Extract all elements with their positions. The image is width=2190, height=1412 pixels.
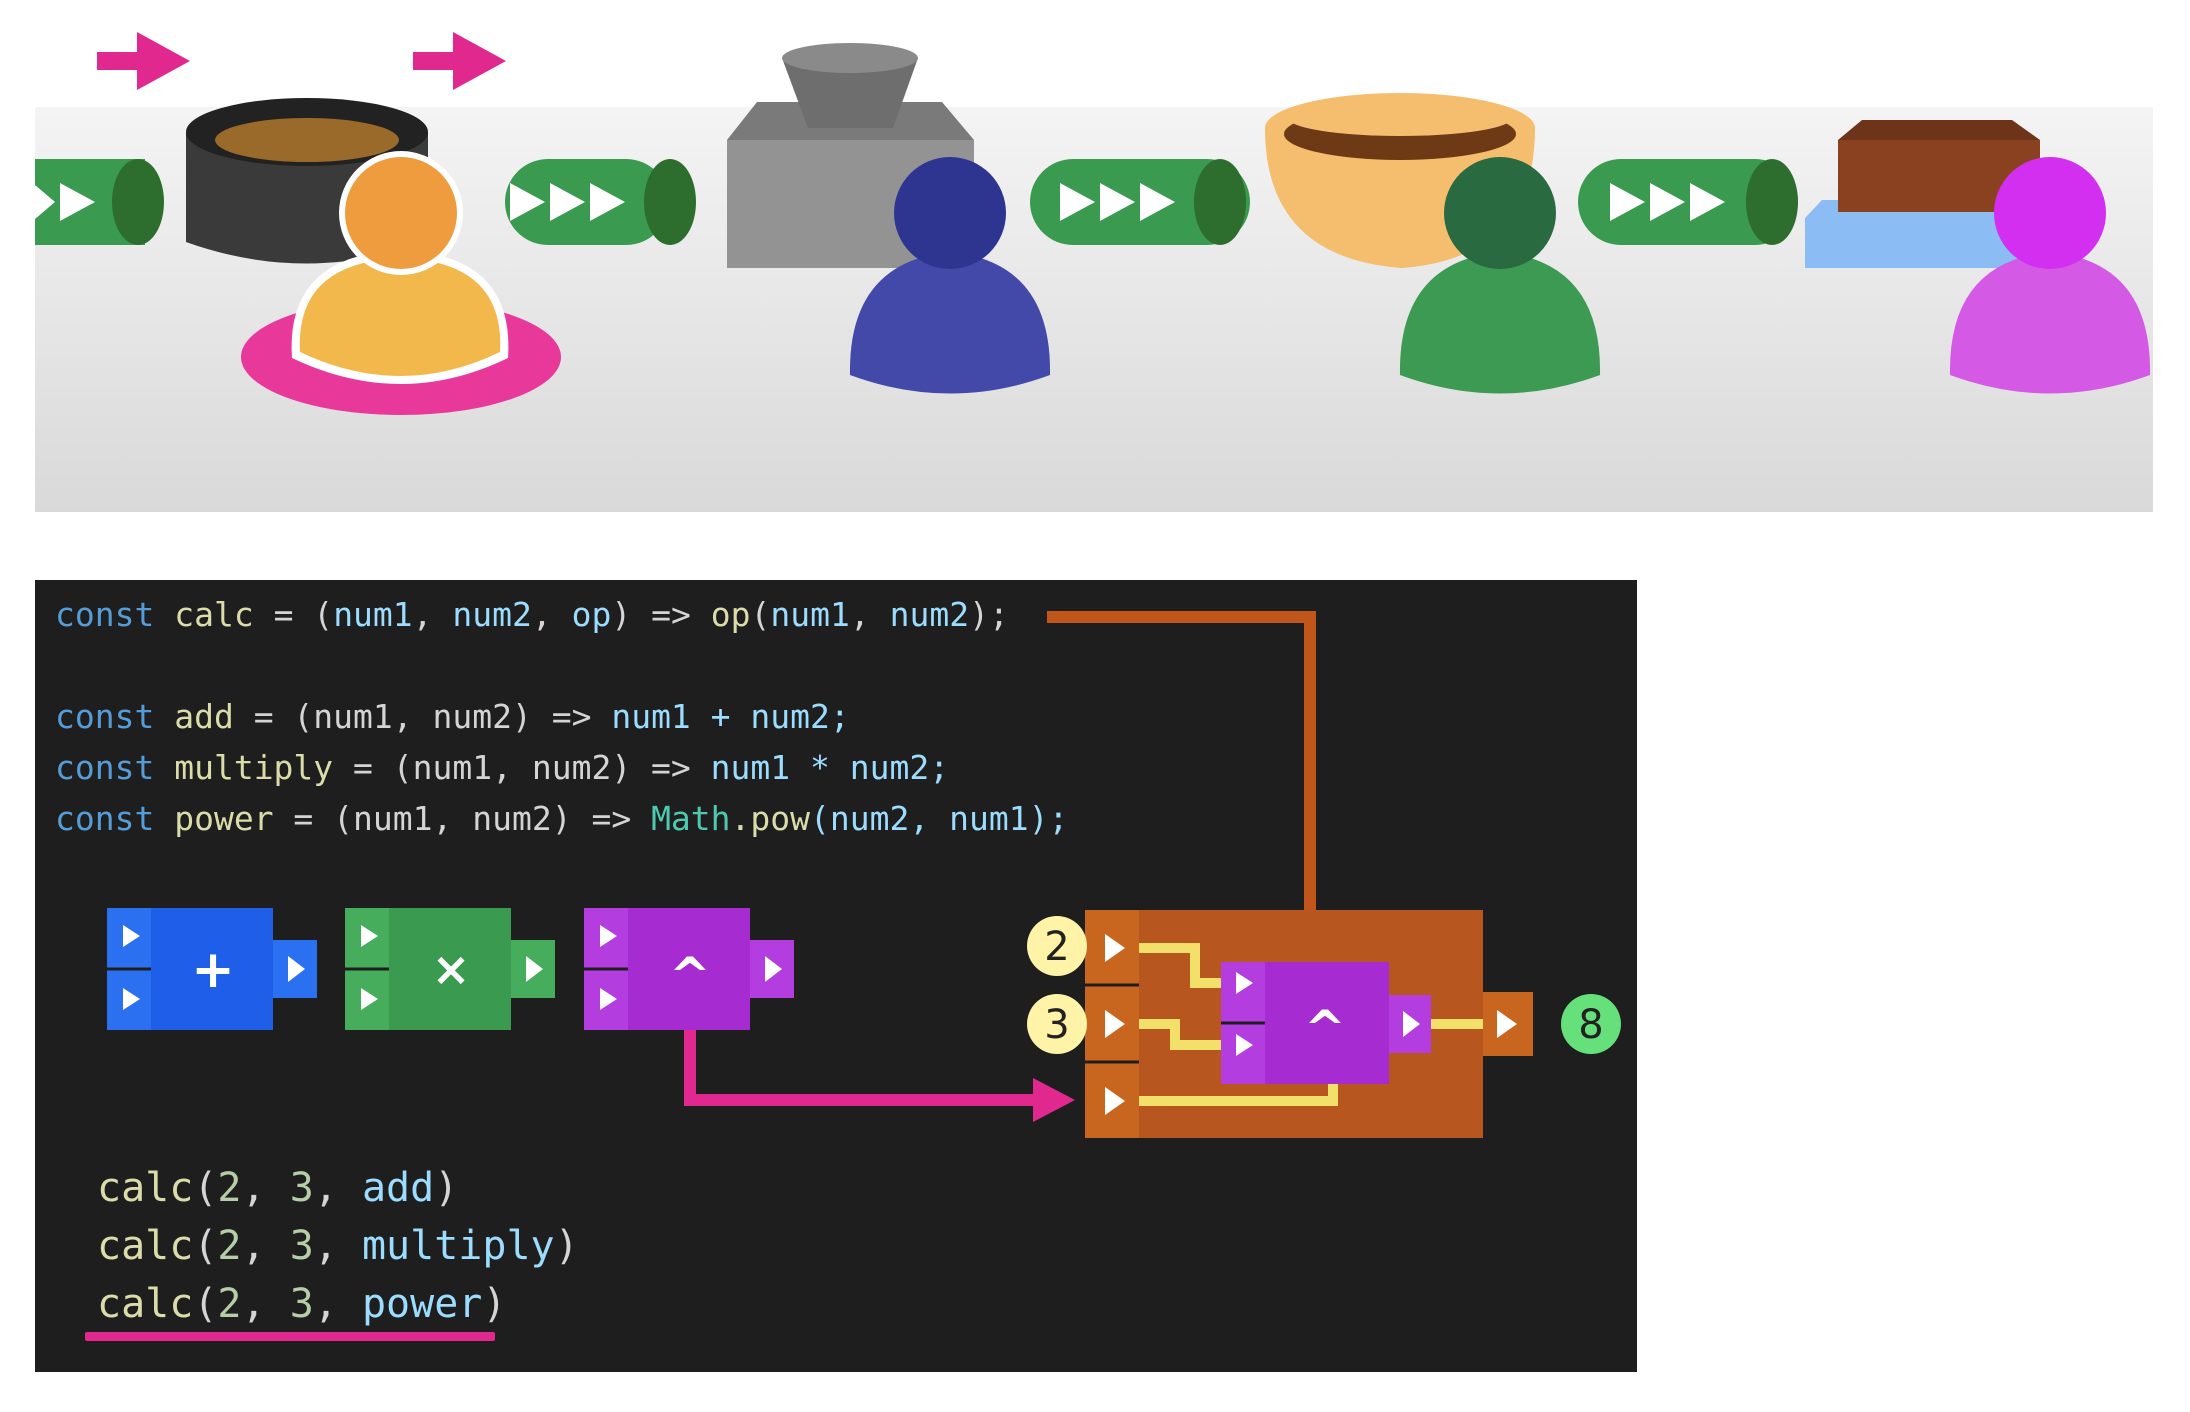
code-token: ) <box>434 1165 459 1211</box>
call-arg-fn: power <box>361 1281 483 1327</box>
call-arg-fn: add <box>361 1165 435 1211</box>
power-block: ^ <box>584 908 794 1030</box>
call-fn: calc <box>97 1223 194 1269</box>
call-line-power: calc(2, 3, power) <box>97 1279 506 1329</box>
add-symbol: + <box>191 940 235 1000</box>
inner-power-symbol: ^ <box>1304 1000 1346 1058</box>
multiply-symbol: × <box>432 942 471 996</box>
calc-block: ^ <box>1085 910 1533 1138</box>
input-badge-2: 2 <box>1027 916 1087 976</box>
badge-value: 3 <box>1044 1002 1069 1048</box>
arrow-right-icon <box>413 32 506 90</box>
badge-value: 8 <box>1578 1002 1603 1048</box>
call-arg-num: 2 <box>217 1165 242 1211</box>
pipe-segment-icon <box>1578 159 1798 245</box>
code-token: ) <box>554 1223 579 1269</box>
code-token: , <box>313 1281 362 1327</box>
code-token: , <box>313 1223 362 1269</box>
code-token: ( <box>193 1223 218 1269</box>
code-token: , <box>241 1281 290 1327</box>
code-token: ( <box>193 1281 218 1327</box>
code-token: ) <box>482 1281 507 1327</box>
pipe-segment-icon <box>1030 159 1250 245</box>
highlight-underline <box>85 1332 495 1341</box>
call-arg-num: 2 <box>217 1223 242 1269</box>
power-symbol: ^ <box>669 947 711 1005</box>
pipe-segment-icon <box>505 159 696 245</box>
pipe-segment-icon <box>35 159 164 245</box>
call-arg-num: 3 <box>289 1281 314 1327</box>
call-arg-num: 3 <box>289 1165 314 1211</box>
call-fn: calc <box>97 1165 194 1211</box>
pass-function-arrow <box>684 1030 1075 1122</box>
code-token: , <box>313 1165 362 1211</box>
code-panel: const calc = (num1, num2, op) => op(num1… <box>35 580 1637 1372</box>
input-badge-3: 3 <box>1027 994 1087 1054</box>
op-connector-line <box>1047 611 1316 910</box>
arrow-right-icon <box>97 32 190 90</box>
badge-value: 2 <box>1044 924 1069 970</box>
code-token: ( <box>193 1165 218 1211</box>
call-line-multiply: calc(2, 3, multiply) <box>97 1221 579 1271</box>
output-badge-8: 8 <box>1561 994 1621 1054</box>
call-arg-num: 3 <box>289 1223 314 1269</box>
code-token: , <box>241 1165 290 1211</box>
assembly-line-scene <box>35 32 2153 512</box>
call-fn: calc <box>97 1281 194 1327</box>
add-block: + <box>107 908 317 1030</box>
call-arg-fn: multiply <box>361 1223 555 1269</box>
multiply-block: × <box>345 908 555 1030</box>
code-token: , <box>241 1223 290 1269</box>
call-line-add: calc(2, 3, add) <box>97 1163 458 1213</box>
call-arg-num: 2 <box>217 1281 242 1327</box>
